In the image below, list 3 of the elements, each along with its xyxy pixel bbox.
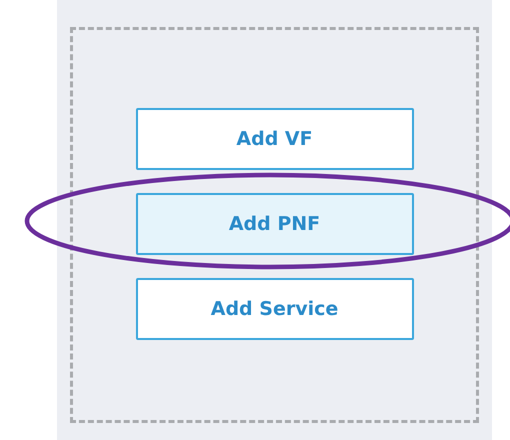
add-button[interactable]: Add Service — [136, 278, 414, 340]
add-button[interactable]: Add PNF — [136, 193, 414, 255]
add-button[interactable]: Add VF — [136, 108, 414, 170]
